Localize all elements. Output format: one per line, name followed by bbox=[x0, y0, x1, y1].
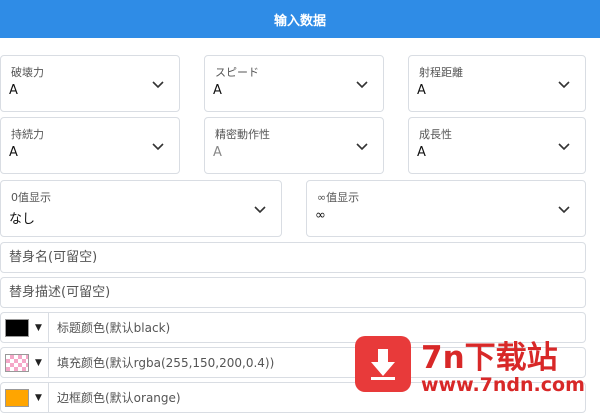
chevron-down-icon bbox=[253, 202, 267, 216]
select-infinity-display[interactable]: ∞值显示 ∞ bbox=[306, 180, 586, 237]
stand-description-input[interactable] bbox=[0, 277, 586, 308]
caret-down-icon: ▼ bbox=[35, 392, 42, 403]
title-color-picker[interactable]: ▼ bbox=[1, 313, 49, 342]
watermark-url: www.7ndn.com bbox=[421, 374, 585, 396]
select-label: ∞值显示 bbox=[317, 191, 360, 204]
download-icon bbox=[355, 336, 411, 392]
select-destructive-power[interactable]: 破壊力 A bbox=[0, 55, 180, 112]
caret-down-icon: ▼ bbox=[35, 322, 42, 333]
color-swatch bbox=[5, 318, 29, 337]
page-header: 输入数据 bbox=[0, 0, 600, 38]
select-label: 持続力 bbox=[11, 128, 44, 141]
select-value: なし bbox=[9, 212, 36, 227]
select-value: ∞ bbox=[315, 208, 326, 223]
select-zero-display[interactable]: 0值显示 なし bbox=[0, 180, 282, 237]
chevron-down-icon bbox=[557, 202, 571, 216]
select-value: A bbox=[9, 145, 18, 160]
select-value: A bbox=[213, 83, 222, 98]
color-swatch bbox=[5, 353, 29, 372]
select-speed[interactable]: スピード A bbox=[204, 55, 384, 112]
watermark-title: 7n下载站 bbox=[421, 340, 558, 376]
select-label: 破壊力 bbox=[11, 66, 44, 79]
select-value: A bbox=[213, 145, 222, 160]
chevron-down-icon bbox=[355, 77, 369, 91]
select-value: A bbox=[417, 145, 426, 160]
caret-down-icon: ▼ bbox=[35, 357, 42, 368]
select-label: 0值显示 bbox=[11, 191, 51, 204]
select-persistence[interactable]: 持続力 A bbox=[0, 117, 180, 174]
chevron-down-icon bbox=[151, 77, 165, 91]
fill-color-picker[interactable]: ▼ bbox=[1, 348, 49, 377]
select-range[interactable]: 射程距離 A bbox=[408, 55, 586, 112]
border-color-picker[interactable]: ▼ bbox=[1, 383, 49, 412]
color-swatch bbox=[5, 388, 29, 407]
select-growth[interactable]: 成長性 A bbox=[408, 117, 586, 174]
page-title: 输入数据 bbox=[273, 13, 326, 29]
chevron-down-icon bbox=[557, 139, 571, 153]
stand-name-input[interactable] bbox=[0, 242, 586, 273]
chevron-down-icon bbox=[355, 139, 369, 153]
select-label: 精密動作性 bbox=[215, 128, 270, 141]
chevron-down-icon bbox=[557, 77, 571, 91]
select-precision[interactable]: 精密動作性 A bbox=[204, 117, 384, 174]
select-label: 成長性 bbox=[419, 128, 452, 141]
chevron-down-icon bbox=[151, 139, 165, 153]
select-value: A bbox=[9, 83, 18, 98]
watermark: 7n下载站 www.7ndn.com bbox=[355, 330, 595, 410]
select-label: 射程距離 bbox=[419, 66, 463, 79]
select-value: A bbox=[417, 83, 426, 98]
select-label: スピード bbox=[215, 66, 259, 79]
